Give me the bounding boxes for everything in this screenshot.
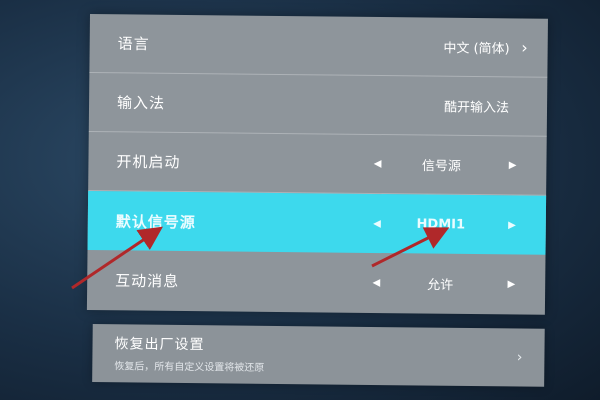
- language-label: 语言: [117, 34, 150, 54]
- factory-reset-description: 恢复后，所有自定义设置将被还原: [114, 361, 265, 374]
- factory-reset-button[interactable]: 恢复出厂设置 恢复后，所有自定义设置将被还原 ›: [92, 324, 545, 387]
- arrow-right-icon[interactable]: ▶: [507, 278, 515, 289]
- interactive-messages-label: 互动消息: [115, 271, 180, 290]
- default-source-label: 默认信号源: [115, 212, 196, 232]
- chevron-right-icon: ›: [516, 349, 523, 366]
- language-value: 中文 (简体): [443, 41, 510, 57]
- input-method-label: 输入法: [116, 93, 166, 113]
- arrow-right-icon[interactable]: ▶: [508, 219, 516, 230]
- arrow-left-icon[interactable]: ◀: [372, 277, 380, 288]
- arrow-right-icon[interactable]: ▶: [509, 160, 517, 171]
- settings-menu: 语言 中文 (简体) › 输入法 酷开输入法 开机启动 ◀ 信号源 ▶ 默认信号…: [86, 14, 548, 315]
- menu-item-boot-startup[interactable]: 开机启动 ◀ 信号源 ▶: [88, 131, 547, 196]
- input-method-value: 酷开输入法: [443, 100, 510, 116]
- menu-item-language[interactable]: 语言 中文 (简体) ›: [89, 14, 548, 78]
- menu-item-interactive-messages[interactable]: 互动消息 ◀ 允许 ▶: [87, 250, 546, 314]
- menu-item-input-method[interactable]: 输入法 酷开输入法: [88, 72, 548, 137]
- chevron-right-icon[interactable]: ›: [521, 38, 528, 57]
- boot-startup-value: 信号源: [421, 158, 461, 175]
- factory-reset-title: 恢复出厂设置: [114, 336, 205, 354]
- interactive-messages-value: 允许: [427, 277, 454, 293]
- boot-startup-label: 开机启动: [116, 152, 181, 172]
- arrow-left-icon[interactable]: ◀: [373, 218, 381, 229]
- settings-panel: 语言 中文 (简体) › 输入法 酷开输入法 开机启动 ◀ 信号源 ▶ 默认信号…: [86, 14, 548, 389]
- default-source-value: HDMI1: [416, 216, 466, 232]
- menu-item-default-source[interactable]: 默认信号源 ◀ HDMI1 ▶: [87, 190, 547, 255]
- arrow-left-icon[interactable]: ◀: [374, 158, 382, 169]
